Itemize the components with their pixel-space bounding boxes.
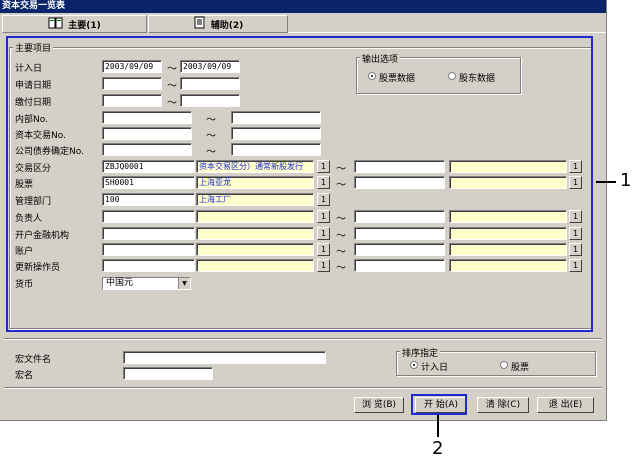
tab-main[interactable]: 主要(1) [2, 15, 147, 33]
tab-assist[interactable]: 辅助(2) [148, 15, 288, 33]
callout-line-1 [596, 181, 616, 183]
divider [4, 339, 602, 340]
tab-main-label: 主要(1) [68, 20, 101, 31]
radio-sort-stock[interactable] [500, 361, 508, 369]
highlight-start-button [411, 394, 467, 415]
macro-file-label: 宏文件名 [15, 355, 52, 365]
radio-sort-stock-label: 股票 [511, 363, 530, 373]
book-icon [48, 17, 64, 32]
callout-number-2: 2 [432, 438, 444, 459]
callout-line-2 [437, 415, 439, 437]
sort-group-title: 排序指定 [400, 346, 441, 359]
exit-button[interactable]: 退 出(E) [537, 397, 594, 413]
callout-number-1: 1 [620, 170, 632, 191]
macro-name-label: 宏名 [15, 371, 34, 381]
tab-assist-label: 辅助(2) [210, 20, 244, 31]
clear-button[interactable]: 清 除(C) [477, 397, 529, 413]
macro-file-input[interactable] [123, 351, 326, 364]
notepad-icon [193, 16, 207, 32]
window-title: 资本交易一览表 [0, 0, 606, 13]
divider [4, 388, 602, 389]
macro-name-input[interactable] [123, 367, 213, 380]
browse-button[interactable]: 浏 览(B) [354, 397, 404, 413]
tab-strip-edge [288, 32, 606, 33]
main-window: 资本交易一览表 主要(1) 辅助(2) 主要项目 输出选项 股票数据 股东数据 … [0, 0, 607, 421]
highlight-main-area [6, 36, 593, 332]
radio-sort-entry-date[interactable] [410, 361, 418, 369]
radio-sort-entry-date-label: 计入日 [421, 363, 449, 373]
